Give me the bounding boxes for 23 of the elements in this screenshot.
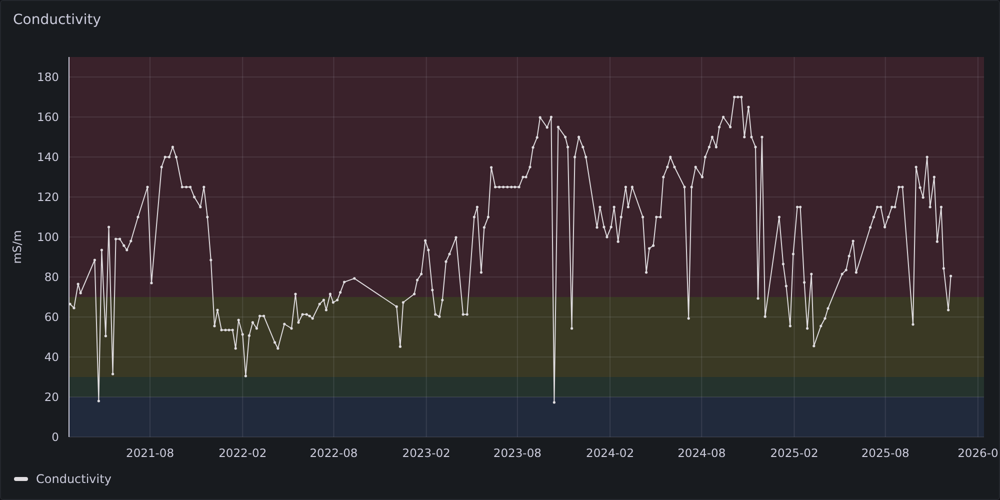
legend-label[interactable]: Conductivity	[36, 472, 112, 486]
tick-label: 2022-08	[310, 446, 358, 460]
tick-label: 2026-0	[958, 446, 998, 460]
axis-title: mS/m	[10, 230, 24, 264]
tick-label: 120	[37, 190, 59, 204]
tick-label: 80	[44, 270, 59, 284]
tick-label: 2023-08	[493, 446, 542, 460]
tick-label: 2024-08	[678, 446, 726, 460]
tick-label: 2025-02	[770, 446, 818, 460]
tick-label: 2025-08	[861, 446, 910, 460]
tick-label: 2023-02	[402, 446, 450, 460]
tick-label: 20	[44, 390, 59, 404]
tick-label: 160	[37, 110, 59, 124]
tick-label: 40	[44, 350, 59, 364]
tick-label: 100	[37, 230, 59, 244]
tick-label: 140	[37, 150, 59, 164]
tick-label: 60	[44, 310, 59, 324]
tick-label: 2024-02	[586, 446, 634, 460]
tick-label: 2021-08	[126, 446, 174, 460]
panel-title: Conductivity	[12, 11, 101, 30]
tick-label: 2022-02	[218, 446, 267, 460]
tick-label: 180	[37, 70, 59, 84]
tick-label: 0	[52, 430, 59, 444]
